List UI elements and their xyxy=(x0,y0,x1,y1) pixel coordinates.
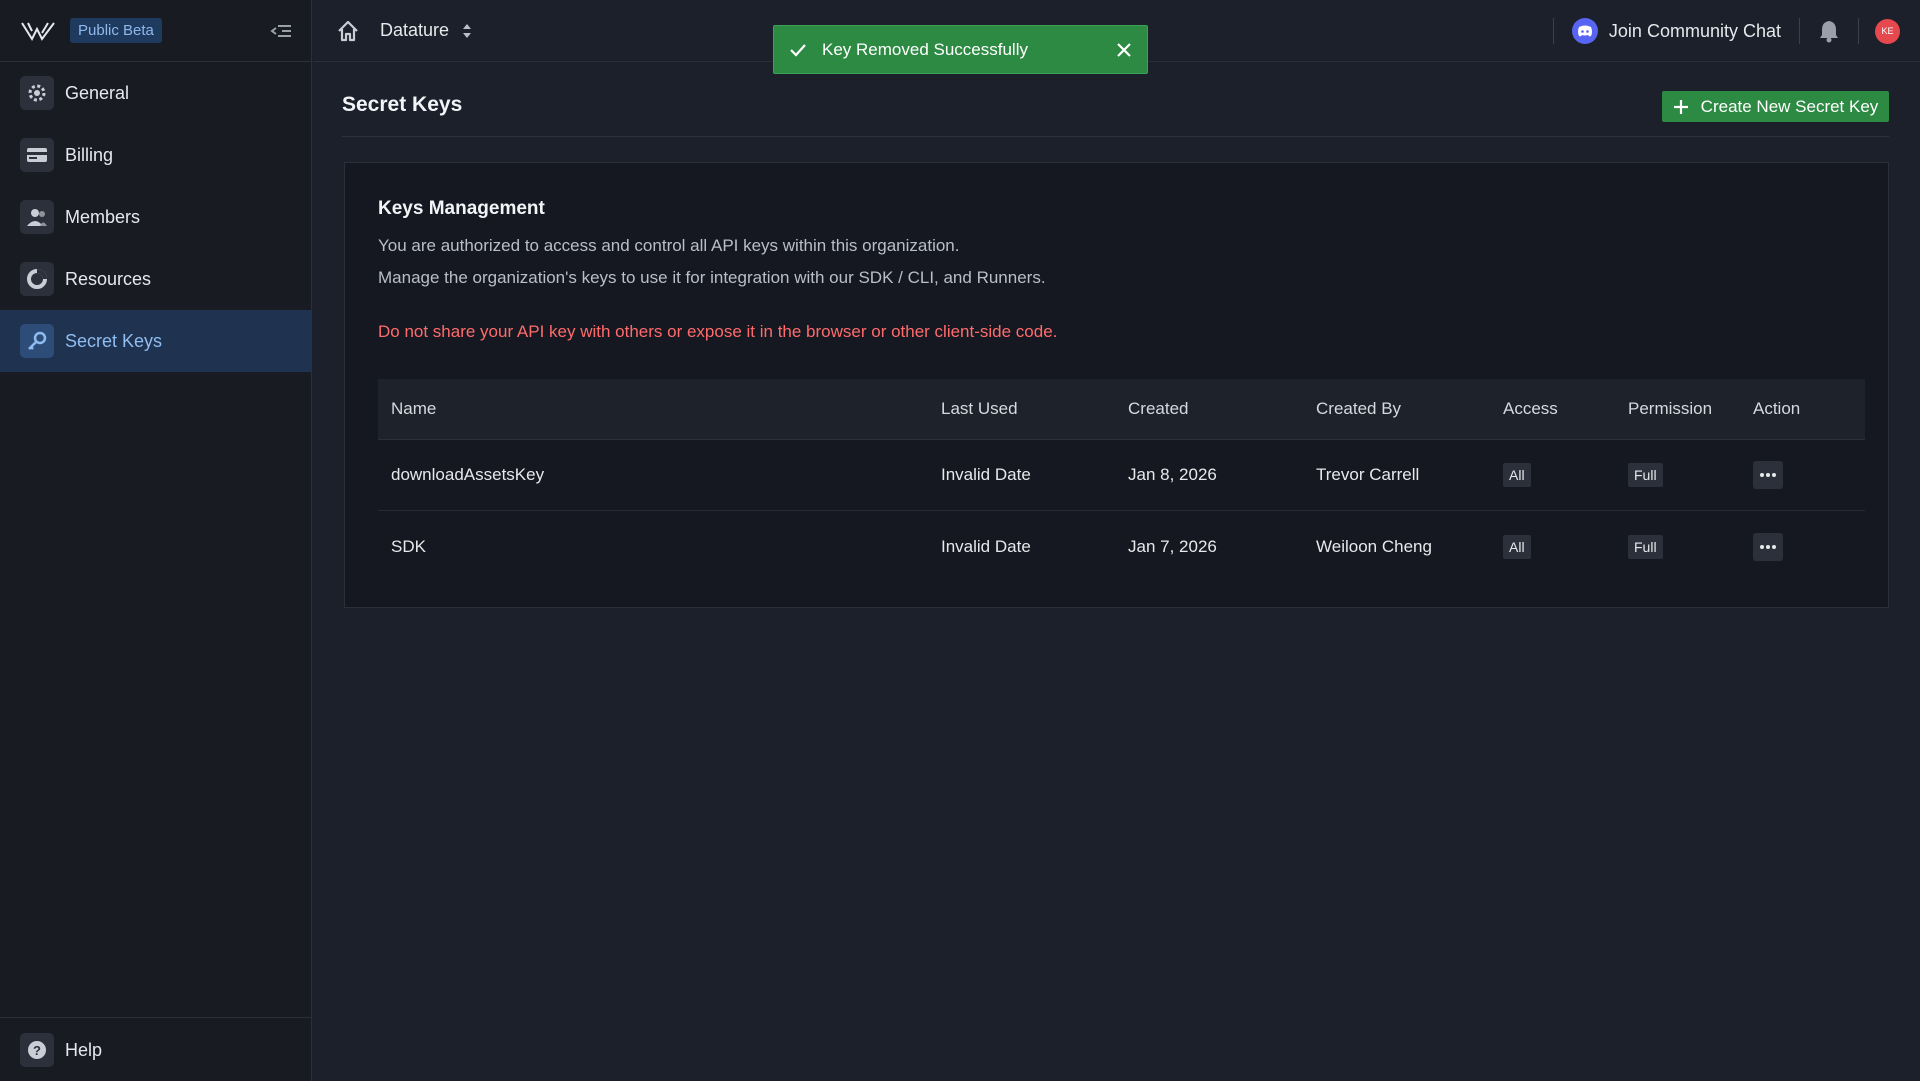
community-label: Join Community Chat xyxy=(1608,20,1781,41)
create-new-secret-key-button[interactable]: Create New Secret Key xyxy=(1662,91,1889,122)
secret-keys-table: Name Last Used Created Created By Access… xyxy=(378,379,1865,582)
key-name: downloadAssetsKey xyxy=(391,465,545,484)
page-title: Secret Keys xyxy=(342,93,463,116)
gear-icon xyxy=(20,76,54,110)
more-horizontal-icon xyxy=(1760,544,1776,549)
header-action: Action xyxy=(1753,399,1801,418)
sidebar-item-resources[interactable]: Resources xyxy=(0,248,311,310)
access-tag: All xyxy=(1503,534,1531,559)
key-created-by: Weiloon Cheng xyxy=(1316,536,1432,556)
sidebar-item-help[interactable]: ? Help xyxy=(0,1018,311,1081)
key-created-by: Trevor Carrell xyxy=(1316,465,1420,484)
sidebar-nav: General Billing Members Resources Secret… xyxy=(0,62,311,372)
sidebar-item-label: Resources xyxy=(65,268,152,289)
avatar[interactable]: KE xyxy=(1875,18,1900,44)
join-community-chat-button[interactable]: Join Community Chat xyxy=(1571,18,1781,44)
org-switcher[interactable]: Datature xyxy=(380,20,473,41)
header-access: Access xyxy=(1503,399,1558,418)
sidebar-header: Public Beta xyxy=(0,0,311,62)
key-name: SDK xyxy=(391,536,426,556)
members-icon xyxy=(20,200,54,234)
header-permission: Permission xyxy=(1628,399,1713,418)
divider xyxy=(1799,18,1800,44)
sidebar-item-label: Billing xyxy=(65,144,114,165)
sidebar: Public Beta General Billing Members Reso… xyxy=(0,0,312,1081)
table-row: downloadAssetsKey Invalid Date Jan 8, 20… xyxy=(378,440,1865,511)
permission-tag: Full xyxy=(1628,534,1663,559)
divider xyxy=(342,136,1889,137)
help-icon: ? xyxy=(20,1033,54,1067)
notification-bell-icon[interactable] xyxy=(1818,19,1840,43)
table-header: Name Last Used Created Created By Access… xyxy=(378,379,1865,440)
table-row: SDK Invalid Date Jan 7, 2026 Weiloon Che… xyxy=(378,511,1865,582)
permission-tag: Full xyxy=(1628,463,1663,487)
sidebar-item-billing[interactable]: Billing xyxy=(0,124,311,186)
credit-card-icon xyxy=(20,138,54,172)
security-warning: Do not share your API key with others or… xyxy=(378,322,1058,341)
header-name: Name xyxy=(391,399,437,418)
sidebar-item-label: Secret Keys xyxy=(65,330,163,351)
check-icon xyxy=(790,43,806,57)
sidebar-item-general[interactable]: General xyxy=(0,62,311,124)
key-last-used: Invalid Date xyxy=(941,536,1031,556)
sort-arrows-icon xyxy=(463,23,472,38)
sidebar-item-members[interactable]: Members xyxy=(0,186,311,248)
home-icon[interactable] xyxy=(336,19,360,43)
plus-icon xyxy=(1673,99,1688,114)
header-created-by: Created By xyxy=(1316,399,1402,418)
panel-title: Keys Management xyxy=(378,198,545,219)
key-last-used: Invalid Date xyxy=(941,465,1031,484)
close-icon[interactable] xyxy=(1115,41,1133,59)
topbar-right: Join Community Chat KE xyxy=(1552,0,1920,62)
row-actions-button[interactable] xyxy=(1753,532,1783,561)
more-horizontal-icon xyxy=(1760,473,1776,477)
toast-message: Key Removed Successfully xyxy=(822,39,1028,59)
key-created: Jan 8, 2026 xyxy=(1128,465,1217,484)
discord-icon xyxy=(1571,18,1598,44)
sidebar-item-secret-keys[interactable]: Secret Keys xyxy=(0,310,311,372)
org-name: Datature xyxy=(380,20,450,40)
row-actions-button[interactable] xyxy=(1753,461,1783,489)
header-created: Created xyxy=(1128,399,1189,418)
datature-logo[interactable] xyxy=(20,19,56,43)
success-toast: Key Removed Successfully xyxy=(773,25,1148,74)
keys-management-panel: Keys Management You are authorized to ac… xyxy=(344,162,1889,608)
panel-description-2: Manage the organization's keys to use it… xyxy=(378,268,1046,287)
key-created: Jan 7, 2026 xyxy=(1128,536,1217,556)
sidebar-footer: ? Help xyxy=(0,1017,311,1081)
sidebar-item-label: Members xyxy=(65,206,141,227)
access-tag: All xyxy=(1503,463,1531,487)
divider xyxy=(1858,18,1859,44)
header-last-used: Last Used xyxy=(941,399,1018,418)
svg-text:?: ? xyxy=(33,1043,41,1058)
create-button-label: Create New Secret Key xyxy=(1700,96,1879,116)
sidebar-item-label: Help xyxy=(65,1039,103,1060)
resources-icon xyxy=(20,262,54,296)
public-beta-badge: Public Beta xyxy=(70,18,162,43)
divider xyxy=(1552,18,1554,44)
panel-description-1: You are authorized to access and control… xyxy=(378,236,960,255)
key-icon xyxy=(20,324,54,358)
sidebar-item-label: General xyxy=(65,82,130,103)
collapse-sidebar-icon[interactable] xyxy=(269,20,293,42)
